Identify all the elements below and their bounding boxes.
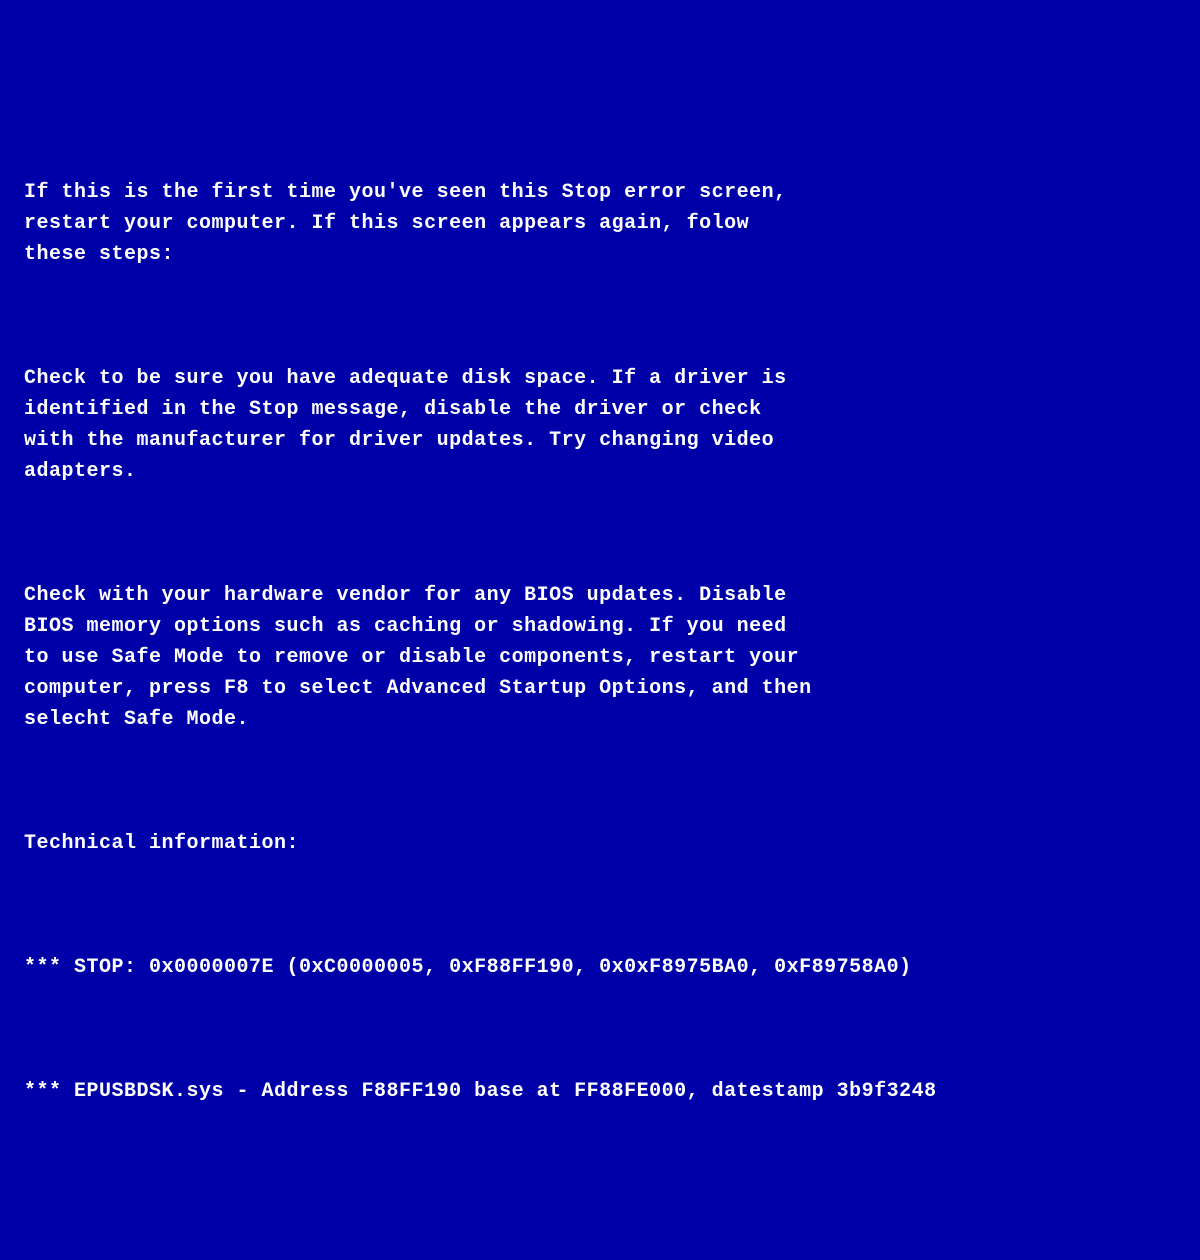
bsod-instructions-bios: Check with your hardware vendor for any … [24, 580, 1176, 735]
bsod-instructions-diskspace: Check to be sure you have adequate disk … [24, 363, 1176, 487]
blank-line [24, 301, 1176, 332]
blank-line [24, 890, 1176, 921]
bsod-instructions-first: If this is the first time you've seen th… [24, 177, 1176, 270]
bsod-screen: If this is the first time you've seen th… [24, 146, 1176, 1138]
bsod-stop-code: *** STOP: 0x0000007E (0xC0000005, 0xF88F… [24, 952, 1176, 983]
bsod-driver-info: *** EPUSBDSK.sys - Address F88FF190 base… [24, 1076, 1176, 1107]
bsod-technical-info-header: Technical information: [24, 828, 1176, 859]
blank-line [24, 766, 1176, 797]
blank-line [24, 518, 1176, 549]
blank-line [24, 1014, 1176, 1045]
